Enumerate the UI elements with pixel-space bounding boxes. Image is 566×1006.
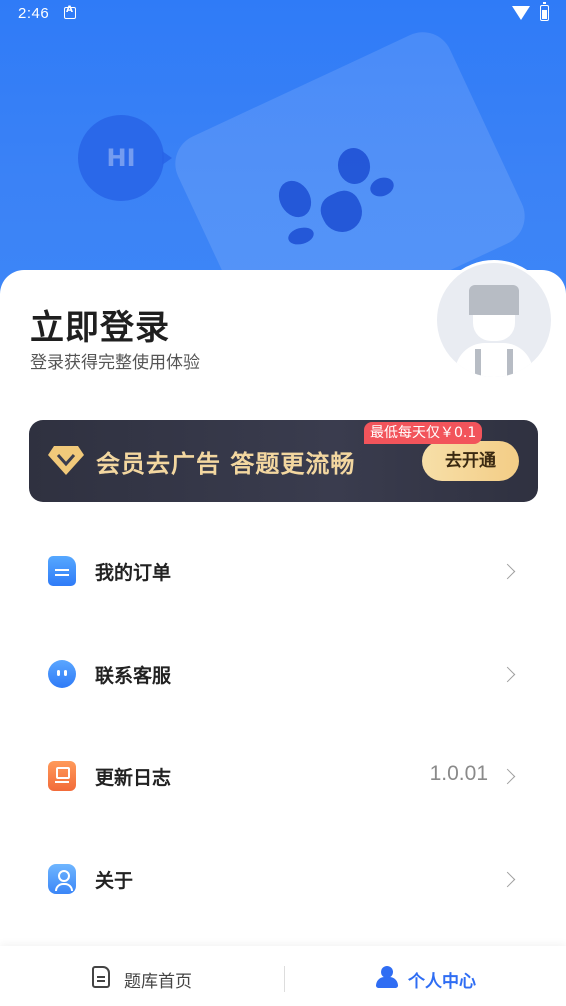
menu-item-label: 更新日志 <box>95 767 172 789</box>
hi-bubble-icon: HI <box>78 115 172 201</box>
version-number: 1.0.01 <box>429 762 488 785</box>
chevron-right-icon <box>499 768 516 785</box>
battery-icon <box>540 2 549 21</box>
order-icon <box>48 556 76 586</box>
header-banner: 2:46 HI <box>0 0 566 300</box>
login-subtitle: 登录获得完整使用体验 <box>30 353 200 373</box>
vip-banner-text: 会员去广告 答题更流畅 <box>96 450 356 478</box>
avatar-body <box>455 343 533 377</box>
document-icon <box>92 966 110 988</box>
customer-service-icon <box>48 660 76 688</box>
diamond-vip-icon <box>48 446 84 475</box>
menu-item-update-log[interactable]: 更新日志 1.0.01 <box>0 746 566 806</box>
update-log-icon <box>48 761 76 791</box>
avatar-strap <box>475 349 481 377</box>
tab-label: 题库首页 <box>124 972 192 992</box>
tab-label: 个人中心 <box>408 972 476 992</box>
login-title[interactable]: 立即登录 <box>30 300 170 349</box>
status-bar: 2:46 <box>0 0 566 30</box>
tab-question-bank-home[interactable]: 题库首页 <box>88 958 208 996</box>
tab-personal-center[interactable]: 个人中心 <box>372 958 492 996</box>
status-time: 2:46 <box>18 5 50 22</box>
avatar-strap <box>507 349 513 377</box>
chevron-right-icon <box>499 871 516 888</box>
activate-vip-button[interactable]: 去开通 <box>422 441 519 481</box>
wifi-icon <box>512 6 530 20</box>
menu-item-label: 关于 <box>95 870 134 892</box>
avatar-hair <box>469 285 519 315</box>
menu-item-label: 联系客服 <box>95 665 172 687</box>
user-icon <box>376 966 398 988</box>
user-icon-torso <box>376 977 398 988</box>
menu-item-label: 我的订单 <box>95 562 172 584</box>
user-icon-head <box>381 966 393 978</box>
about-icon <box>48 864 76 894</box>
menu-item-customer-service[interactable]: 联系客服 <box>0 644 566 704</box>
avatar[interactable] <box>434 260 554 380</box>
nav-divider <box>284 966 285 992</box>
chevron-right-icon <box>499 563 516 580</box>
screen: 2:46 HI 立即登录 登录获得完整使用体验 会员去广告 答题更流畅 去开通 … <box>0 0 566 1006</box>
menu-item-orders[interactable]: 我的订单 <box>0 541 566 601</box>
price-badge: 最低每天仅￥0.1 <box>364 422 483 444</box>
chevron-right-icon <box>499 666 516 683</box>
notification-a-icon <box>64 5 76 19</box>
menu-item-about[interactable]: 关于 <box>0 849 566 909</box>
